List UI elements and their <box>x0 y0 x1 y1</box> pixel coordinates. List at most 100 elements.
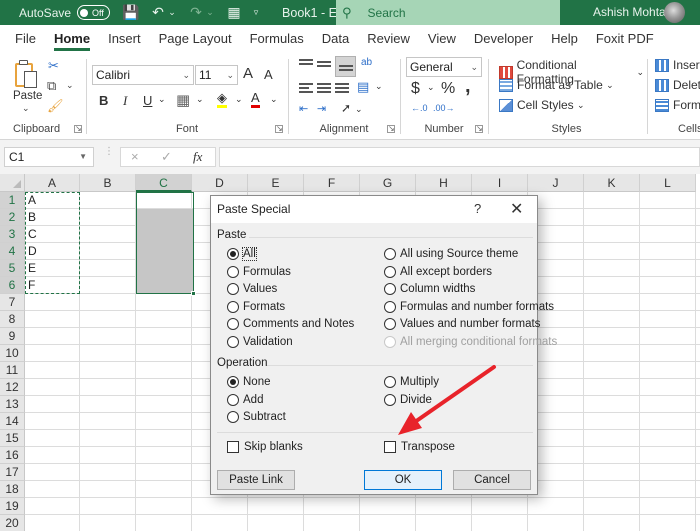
tab-home[interactable]: Home <box>45 25 99 53</box>
name-box[interactable]: C1 ▼ <box>4 147 94 167</box>
search-box[interactable]: ⚲ Search <box>336 0 560 25</box>
format-cells-button[interactable]: Format <box>655 98 700 112</box>
row-header-12[interactable]: 12 <box>0 379 25 396</box>
row-header-8[interactable]: 8 <box>0 311 25 328</box>
paste-values-and-number-formats-radio[interactable]: Values and number formats <box>384 318 540 331</box>
cell-styles-button[interactable]: Cell Styles ⌄ <box>499 98 585 112</box>
column-header-k[interactable]: K <box>584 174 640 192</box>
delete-cells-button[interactable]: Delete <box>655 78 700 92</box>
increase-decimal-icon[interactable]: ←.0 <box>411 103 428 113</box>
align-center-icon[interactable] <box>317 83 331 95</box>
align-middle-icon[interactable] <box>317 61 331 73</box>
orientation-dropdown-icon[interactable]: ⌄ <box>355 104 363 115</box>
avatar[interactable] <box>664 2 685 23</box>
formula-bar-grip[interactable]: ⋮ <box>104 147 114 157</box>
close-button[interactable]: ✕ <box>510 199 523 219</box>
cancel-button[interactable]: Cancel <box>453 470 531 490</box>
align-right-icon[interactable] <box>335 83 349 95</box>
merge-dropdown-icon[interactable]: ⌄ <box>375 81 383 92</box>
italic-button[interactable]: I <box>123 93 127 109</box>
font-launcher-icon[interactable]: ↘ <box>275 125 283 133</box>
fill-handle[interactable] <box>191 291 196 296</box>
undo-dropdown-icon[interactable]: ⌄ <box>168 7 176 18</box>
tab-file[interactable]: File <box>0 25 45 53</box>
paste-all-using-source-theme-radio[interactable]: All using Source theme <box>384 248 518 260</box>
align-top-icon[interactable] <box>299 59 313 71</box>
row-header-7[interactable]: 7 <box>0 294 25 311</box>
tab-developer[interactable]: Developer <box>465 25 542 53</box>
tab-insert[interactable]: Insert <box>99 25 150 53</box>
alignment-launcher-icon[interactable]: ↘ <box>387 125 395 133</box>
formula-input[interactable] <box>219 147 700 167</box>
operation-none-radio[interactable]: None <box>227 376 271 388</box>
borders-dropdown-icon[interactable]: ⌄ <box>196 94 204 105</box>
row-header-2[interactable]: 2 <box>0 209 25 226</box>
paste-values-radio[interactable]: Values <box>227 283 277 296</box>
row-header-5[interactable]: 5 <box>0 260 25 277</box>
orientation-icon[interactable]: ➚ <box>341 101 351 115</box>
tab-review[interactable]: Review <box>358 25 419 53</box>
tab-help[interactable]: Help <box>542 25 587 53</box>
row-header-1[interactable]: 1 <box>0 192 25 209</box>
form-icon[interactable]: ▦ <box>226 4 242 21</box>
underline-dropdown-icon[interactable]: ⌄ <box>158 94 166 105</box>
paste-all-radio[interactable]: All <box>227 247 257 261</box>
currency-dropdown-icon[interactable]: ⌄ <box>427 82 435 93</box>
comma-button[interactable]: , <box>465 75 471 98</box>
merge-center-icon[interactable]: ▤ <box>357 79 369 95</box>
operation-subtract-radio[interactable]: Subtract <box>227 411 286 424</box>
row-header-11[interactable]: 11 <box>0 362 25 379</box>
row-header-13[interactable]: 13 <box>0 396 25 413</box>
cut-icon[interactable]: ✂ <box>48 58 59 74</box>
paste-formulas-radio[interactable]: Formulas <box>227 265 291 278</box>
paste-link-button[interactable]: Paste Link <box>217 470 295 490</box>
font-color-dropdown-icon[interactable]: ⌄ <box>270 94 278 105</box>
bold-button[interactable]: B <box>99 93 108 108</box>
column-header-f[interactable]: F <box>304 174 360 192</box>
insert-cells-button[interactable]: Insert <box>655 58 700 72</box>
operation-multiply-radio[interactable]: Multiply <box>384 376 439 388</box>
skip-blanks-checkbox[interactable]: Skip blanks <box>227 441 303 453</box>
autosave-toggle[interactable]: Off <box>77 5 111 20</box>
row-header-20[interactable]: 20 <box>0 515 25 531</box>
decrease-indent-icon[interactable]: ⇤ <box>299 102 308 115</box>
row-header-19[interactable]: 19 <box>0 498 25 515</box>
row-header-6[interactable]: 6 <box>0 277 25 294</box>
paste-validation-radio[interactable]: Validation <box>227 336 293 348</box>
underline-button[interactable]: U <box>143 93 152 108</box>
tab-foxit-pdf[interactable]: Foxit PDF <box>587 25 663 53</box>
decrease-decimal-icon[interactable]: .00→ <box>433 103 455 113</box>
number-launcher-icon[interactable]: ↘ <box>475 125 483 133</box>
font-size-select[interactable]: 11 ⌄ <box>195 65 238 85</box>
column-header-d[interactable]: D <box>192 174 248 192</box>
paste-formats-radio[interactable]: Formats <box>227 300 285 313</box>
fill-color-icon[interactable]: ◈ <box>217 91 227 108</box>
copy-dropdown-icon[interactable]: ⌄ <box>66 80 74 91</box>
fill-color-dropdown-icon[interactable]: ⌄ <box>235 94 243 105</box>
row-header-16[interactable]: 16 <box>0 447 25 464</box>
increase-indent-icon[interactable]: ⇥ <box>317 102 326 115</box>
currency-button[interactable]: $ <box>411 80 420 98</box>
enter-icon[interactable]: ✓ <box>161 149 172 165</box>
column-header-e[interactable]: E <box>248 174 304 192</box>
shrink-font-button[interactable]: A <box>264 67 273 82</box>
font-name-select[interactable]: Calibri ⌄ <box>92 65 194 85</box>
undo-icon[interactable]: ↶ <box>150 4 166 21</box>
wrap-text-icon[interactable]: ab <box>361 57 372 68</box>
format-as-table-button[interactable]: Format as Table ⌄ <box>499 78 614 92</box>
tab-view[interactable]: View <box>419 25 465 53</box>
user-name[interactable]: Ashish Mohta <box>593 5 666 19</box>
row-header-4[interactable]: 4 <box>0 243 25 260</box>
column-header-b[interactable]: B <box>80 174 136 192</box>
select-all-button[interactable] <box>0 174 25 192</box>
save-icon[interactable]: 💾 <box>122 4 139 21</box>
row-header-3[interactable]: 3 <box>0 226 25 243</box>
row-header-9[interactable]: 9 <box>0 328 25 345</box>
format-painter-icon[interactable]: 🖌 <box>47 98 64 114</box>
column-header-h[interactable]: H <box>416 174 472 192</box>
insert-function-button[interactable]: fx <box>193 149 202 165</box>
row-header-10[interactable]: 10 <box>0 345 25 362</box>
column-header-c[interactable]: C <box>136 174 192 192</box>
paste-button[interactable]: Paste <box>13 90 42 102</box>
help-button[interactable]: ? <box>474 201 481 216</box>
